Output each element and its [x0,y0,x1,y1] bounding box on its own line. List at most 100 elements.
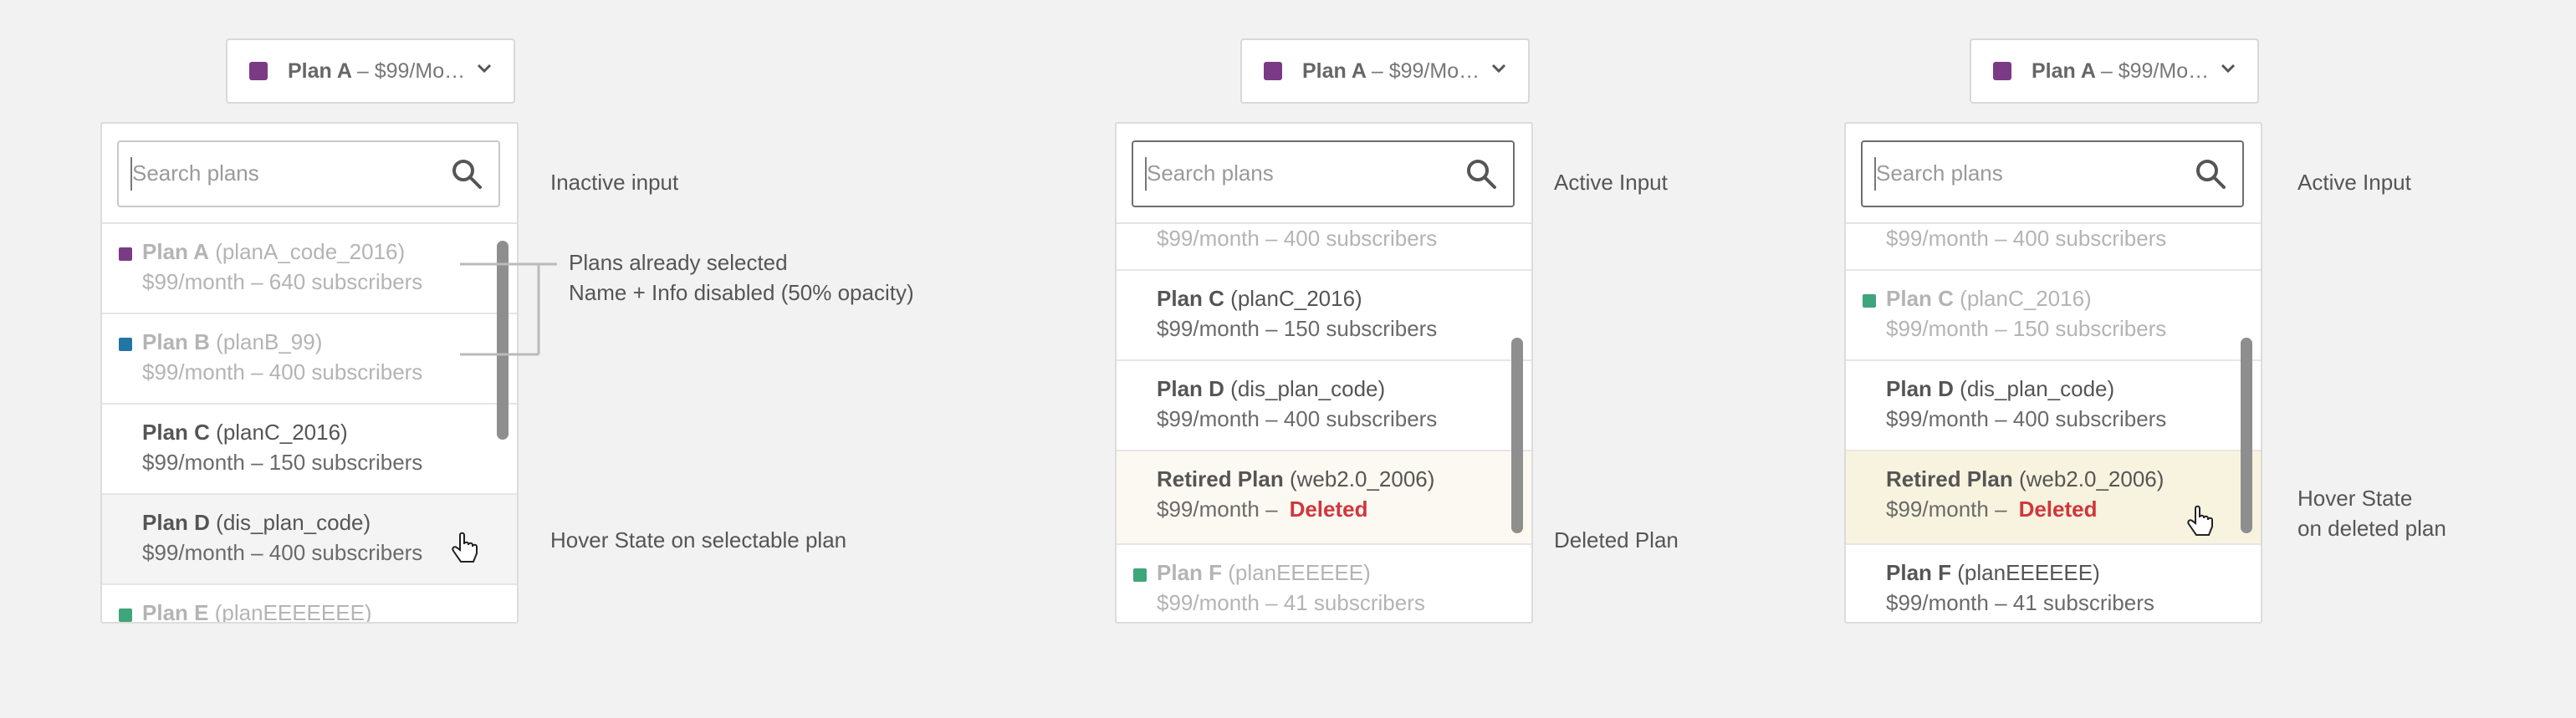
search-input[interactable]: Search plans [117,140,500,207]
plan-color-dot [119,609,132,622]
search-icon[interactable] [1464,157,1498,191]
plan-name: Plan D [142,510,210,535]
plan-option-d[interactable]: Plan D (dis_plan_code) $99/month – 400 s… [1846,361,2261,451]
search-icon[interactable] [2194,157,2227,191]
plan-color-dot [119,338,132,351]
note-hover-deleted-2: on deleted plan [2297,516,2446,541]
plan-name: Plan D [1886,376,1954,401]
plan-color-swatch [1264,62,1282,80]
search-placeholder: Search plans [1147,160,1274,186]
text-caret [1145,157,1147,191]
note-hover-deleted-1: Hover State [2297,486,2413,511]
plan-code: (dis_plan_code) [1230,376,1386,401]
note-inactive-input: Inactive input [550,170,679,195]
chevron-down-icon [1491,64,1506,74]
plan-name: Plan A [142,239,209,264]
plan-info: $99/month – 400 subscribers [1886,226,2167,251]
plan-select-trigger[interactable]: Plan A – $99/Mo… [1240,38,1530,104]
plan-list: Plan B (planB_99) $99/month – 400 subscr… [1846,224,2261,622]
plan-code: (planA_code_2016) [215,239,406,264]
panel-active-deleted: Plan A – $99/Mo… Search plans Plan B (pl… [1015,0,1851,718]
plan-option-c[interactable]: Plan C (planC_2016) $99/month – 150 subs… [102,405,517,495]
plan-option-c[interactable]: Plan C (planC_2016) $99/month – 150 subs… [1117,271,1531,361]
plan-info: $99/month – 41 subscribers [1157,590,1425,615]
plan-code: (dis_plan_code) [216,510,371,535]
search-icon[interactable] [450,157,483,191]
plan-option-c: Plan C (planC_2016) $99/month – 150 subs… [1846,271,2261,361]
plan-option-f: Plan F (planEEEEEE) $99/month – 41 subsc… [1117,545,1531,622]
selected-plan-name: Plan A [288,59,352,83]
chevron-down-icon [2221,64,2236,74]
plan-dropdown: Search plans Plan B (planB_99) $99/month… [1844,122,2262,624]
plan-color-dot [1863,294,1876,308]
plan-info: $99/month – 150 subscribers [1157,316,1438,341]
plan-info: $99/month – 400 subscribers [1157,406,1438,431]
plan-name: Plan F [1886,560,1952,585]
annotation-bracket [460,262,557,356]
note-hover-selectable: Hover State on selectable plan [550,527,847,553]
note-active-input: Active Input [1554,170,1668,195]
plan-option-b: Plan B (planB_99) $99/month – 400 subscr… [1846,224,2261,271]
note-already-selected-2: Name + Info disabled (50% opacity) [569,280,914,305]
plan-code: (planEEEEEE) [1957,560,2100,585]
plan-name: Plan F [1157,560,1223,585]
search-placeholder: Search plans [132,160,259,186]
plan-name: Plan C [142,420,210,445]
plan-name: Plan E [142,600,209,624]
plan-code: (dis_plan_code) [1960,376,2115,401]
plan-select-trigger[interactable]: Plan A – $99/Mo… [1970,38,2259,104]
plan-info: $99/month – 41 subscribers [1886,590,2154,615]
plan-code: (planEEEEEE) [1228,560,1371,585]
plan-option-f[interactable]: Plan F (planEEEEEE) $99/month – 41 subsc… [1846,545,2261,622]
plan-code: (web2.0_2006) [2018,466,2165,491]
text-caret [1874,157,1876,191]
panel-hover-deleted: Plan A – $99/Mo… Search plans Plan B (pl… [1744,0,2576,718]
plan-info: $99/month – 640 subscribers [142,269,423,294]
deleted-status: Deleted [2018,496,2098,522]
plan-select-trigger[interactable]: Plan A – $99/Mo… [226,38,515,104]
plan-option-b: Plan B (planB_99) $99/month – 400 subscr… [102,314,517,405]
plan-name: Plan D [1157,376,1224,401]
plan-option-b: Plan B (planB_99) $99/month – 400 subscr… [1117,224,1531,271]
panel-inactive: Plan A – $99/Mo… Search plans Plan A (pl… [0,0,914,718]
hand-cursor-icon [2187,505,2213,536]
deleted-status: Deleted [1289,496,1368,522]
text-caret [130,157,132,191]
selected-plan-name: Plan A [1302,59,1367,83]
plan-info: $99/month – [1157,496,1278,522]
plan-color-swatch [249,62,268,80]
plan-name: Plan C [1157,286,1224,311]
plan-color-swatch [1993,62,2011,80]
plan-info: $99/month – 150 subscribers [142,450,423,475]
plan-code: (planC_2016) [1960,286,2092,311]
plan-info: $99/month – 400 subscribers [1157,226,1438,251]
plan-option-e: Plan E (planEEEEEEE) [102,585,517,624]
plan-info: $99/month – 400 subscribers [142,540,423,565]
plan-info: $99/month – [1886,496,2007,522]
plan-name: Retired Plan [1886,466,2013,491]
plan-option-d[interactable]: Plan D (dis_plan_code) $99/month – 400 s… [1117,361,1531,451]
plan-code: (planC_2016) [216,420,348,445]
plan-name: Retired Plan [1157,466,1284,491]
plan-info: $99/month – 150 subscribers [1886,316,2167,341]
plan-dropdown: Search plans Plan B (planB_99) $99/month… [1115,122,1533,624]
plan-info: $99/month – 400 subscribers [1886,406,2167,431]
note-active-input: Active Input [2297,170,2411,195]
plan-list: Plan B (planB_99) $99/month – 400 subscr… [1117,224,1531,622]
hand-cursor-icon [452,532,478,563]
plan-option-retired[interactable]: Retired Plan (web2.0_2006) $99/month – De… [1117,451,1531,545]
selected-plan-price: – $99/Mo… [356,59,466,83]
note-already-selected-1: Plans already selected [569,250,788,275]
plan-color-dot [1133,568,1147,582]
search-input[interactable]: Search plans [1132,140,1515,207]
plan-code: (planEEEEEEE) [214,600,372,624]
plan-option-a: Plan A (planA_code_2016) $99/month – 640… [102,224,517,314]
chevron-down-icon [477,64,492,74]
scrollbar[interactable] [2241,338,2252,533]
selected-plan-name: Plan A [2032,59,2096,83]
scrollbar[interactable] [1511,338,1523,533]
plan-name: Plan B [142,329,210,354]
plan-color-dot [119,247,132,261]
search-input[interactable]: Search plans [1861,140,2244,207]
plan-name: Plan C [1886,286,1954,311]
